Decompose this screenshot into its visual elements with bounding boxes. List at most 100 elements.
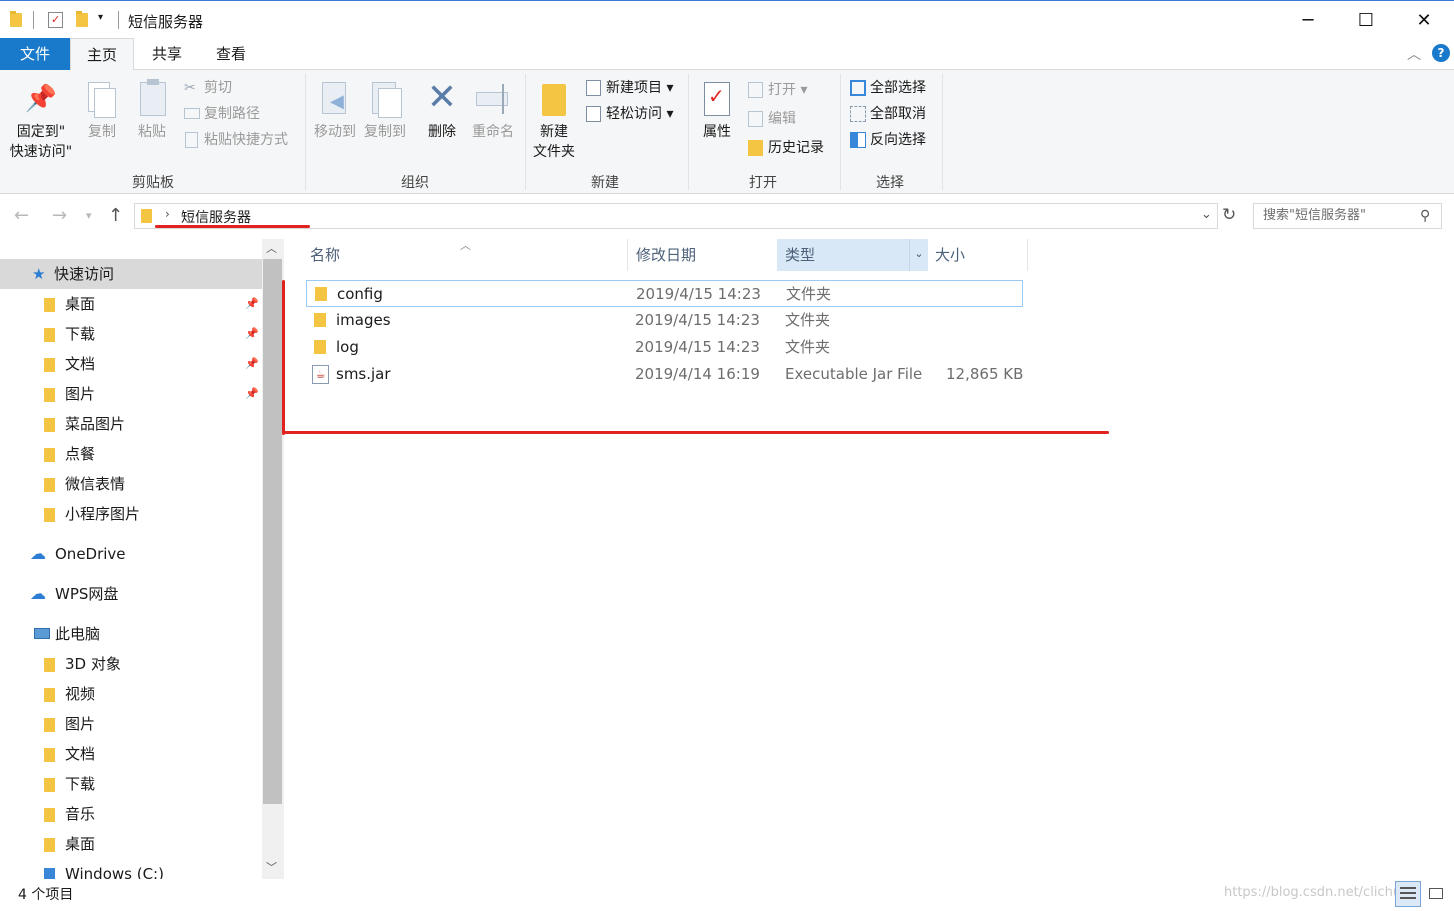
invert-selection-button[interactable]: 反向选择 <box>848 128 926 152</box>
paste-shortcut-button[interactable]: 粘贴快捷方式 <box>182 128 288 152</box>
up-arrow-icon[interactable]: ↑ <box>108 205 123 226</box>
column-header-date[interactable]: 修改日期 <box>628 239 777 271</box>
address-dropdown-icon[interactable]: ⌄ <box>1201 207 1212 222</box>
copy-to-button[interactable]: 复制到 <box>360 78 410 142</box>
tab-file[interactable]: 文件 <box>0 38 70 70</box>
move-to-button[interactable]: ◀ 移动到 <box>310 78 360 142</box>
easy-access-button[interactable]: 轻松访问 ▾ <box>584 102 673 126</box>
recent-locations-icon[interactable]: ▾ <box>86 209 92 222</box>
tab-view[interactable]: 查看 <box>200 38 262 70</box>
sidebar-item-quick-3[interactable]: 图片 <box>44 379 95 409</box>
ribbon: 📌 固定到" 快速访问" 复制 粘贴 ✂ 剪切 复制路径 粘贴快捷方式 剪贴板 … <box>0 70 1454 194</box>
sidebar-item-pc-0[interactable]: 3D 对象 <box>44 649 121 679</box>
sidebar-item-quick-6[interactable]: 微信表情 <box>44 469 125 499</box>
nav-this-pc[interactable]: 此电脑 <box>32 619 100 649</box>
tab-home[interactable]: 主页 <box>70 38 134 71</box>
open-button[interactable]: 打开 ▾ <box>746 78 807 102</box>
pinned-icon[interactable]: 📌 <box>245 357 259 370</box>
delete-button[interactable]: ✕ 删除 <box>420 78 464 142</box>
edit-button[interactable]: 编辑 <box>746 107 796 131</box>
maximize-button[interactable]: ☐ <box>1337 1 1395 39</box>
pinned-icon[interactable]: 📌 <box>245 327 259 340</box>
folder-icon <box>10 11 22 27</box>
nav-wps-drive[interactable]: ☁ WPS网盘 <box>30 579 118 609</box>
sidebar-item-pc-4[interactable]: 下载 <box>44 769 95 799</box>
copy-path-button[interactable]: 复制路径 <box>182 102 260 126</box>
refresh-icon[interactable]: ↻ <box>1222 205 1236 225</box>
tab-share[interactable]: 共享 <box>136 38 198 70</box>
file-name: log <box>336 338 359 356</box>
table-row[interactable]: log 2019/4/15 14:23 文件夹 <box>306 334 1023 361</box>
copy-button[interactable]: 复制 <box>82 78 122 142</box>
sidebar-item-quick-2[interactable]: 文档 <box>44 349 95 379</box>
file-size: 12,865 KB <box>946 365 1024 383</box>
group-label-new: 新建 <box>591 175 619 191</box>
folder-icon <box>44 778 55 792</box>
properties-quick-icon[interactable]: ✓ <box>48 12 63 28</box>
rename-button[interactable]: 重命名 <box>466 78 520 142</box>
properties-button[interactable]: ✓ 属性 <box>694 78 740 142</box>
sidebar-item-quick-7[interactable]: 小程序图片 <box>44 499 140 529</box>
forward-arrow-icon[interactable]: → <box>52 205 67 226</box>
column-header-type[interactable]: 类型 <box>777 239 909 271</box>
pinned-icon[interactable]: 📌 <box>245 297 259 310</box>
close-button[interactable]: ✕ <box>1395 1 1453 39</box>
folder-icon <box>314 313 326 327</box>
breadcrumb-current[interactable]: 短信服务器 <box>181 207 251 227</box>
sidebar-item-pc-2[interactable]: 图片 <box>44 709 95 739</box>
pin-to-quick-access-button[interactable]: 📌 固定到" 快速访问" <box>4 82 78 162</box>
paste-button[interactable]: 粘贴 <box>132 78 172 142</box>
move-to-icon: ◀ <box>310 78 360 122</box>
file-type: Executable Jar File <box>785 365 923 383</box>
column-header-name[interactable]: 名称 <box>302 239 628 271</box>
help-icon[interactable]: ? <box>1432 44 1450 62</box>
nav-onedrive[interactable]: ☁ OneDrive <box>30 539 126 569</box>
cut-button[interactable]: ✂ 剪切 <box>182 76 232 100</box>
sidebar-item-quick-0[interactable]: 桌面 <box>44 289 95 319</box>
group-label-clipboard: 剪贴板 <box>132 175 174 191</box>
scroll-down-icon[interactable]: ﹀ <box>266 859 277 875</box>
pinned-icon[interactable]: 📌 <box>245 387 259 400</box>
new-folder-button[interactable]: 新建 文件夹 <box>528 78 580 162</box>
sidebar-item-pc-5[interactable]: 音乐 <box>44 799 95 829</box>
group-label-open: 打开 <box>749 175 777 191</box>
folder-icon <box>44 718 55 732</box>
customize-quick-access-icon[interactable]: ▾ <box>98 12 103 23</box>
sidebar-item-pc-3[interactable]: 文档 <box>44 739 95 769</box>
folder-icon <box>44 748 55 762</box>
sidebar-item-pc-6[interactable]: 桌面 <box>44 829 95 859</box>
red-bracket-annotation-left <box>282 280 285 435</box>
large-icons-view-icon[interactable] <box>1426 883 1448 905</box>
table-row[interactable]: images 2019/4/15 14:23 文件夹 <box>306 307 1023 334</box>
select-none-button[interactable]: 全部取消 <box>848 102 926 126</box>
search-input[interactable]: 搜索"短信服务器" ⚲ <box>1253 203 1442 229</box>
table-row[interactable]: ☕ sms.jar 2019/4/14 16:19 Executable Jar Fi… <box>306 361 1023 388</box>
status-bar: 4 个项目 https://blog.csdn.net/clichu <box>0 879 1454 911</box>
column-header-size[interactable]: 大小 <box>927 239 1027 271</box>
copy-path-icon <box>184 108 200 119</box>
new-folder-quick-icon[interactable] <box>76 11 88 27</box>
select-all-button[interactable]: 全部选择 <box>848 76 926 100</box>
sidebar-item-quick-5[interactable]: 点餐 <box>44 439 95 469</box>
history-button[interactable]: 历史记录 <box>746 136 824 160</box>
copy-icon <box>82 78 122 122</box>
file-date: 2019/4/14 16:19 <box>635 365 760 383</box>
select-all-icon <box>850 80 866 96</box>
type-filter-dropdown-icon[interactable]: ⌄ <box>909 239 928 271</box>
sidebar-item-pc-7[interactable]: Windows (C:) <box>44 859 164 879</box>
collapse-ribbon-icon[interactable]: ︿ <box>1407 44 1421 64</box>
nav-scrollbar-thumb[interactable] <box>263 259 282 804</box>
table-row[interactable]: config 2019/4/15 14:23 文件夹 <box>306 280 1023 307</box>
nav-quick-access[interactable]: ★ 快速访问 <box>0 259 262 289</box>
sidebar-item-quick-1[interactable]: 下载 <box>44 319 95 349</box>
minimize-button[interactable]: ─ <box>1279 1 1337 39</box>
wps-cloud-icon: ☁ <box>30 584 46 603</box>
group-label-select: 选择 <box>876 175 904 191</box>
scroll-up-icon[interactable]: ︿ <box>266 240 277 256</box>
back-arrow-icon[interactable]: ← <box>14 205 29 226</box>
new-item-button[interactable]: 新建项目 ▾ <box>584 76 673 100</box>
sidebar-item-quick-4[interactable]: 菜品图片 <box>44 409 125 439</box>
breadcrumb-chevron-icon[interactable]: › <box>165 207 170 221</box>
sidebar-item-pc-1[interactable]: 视频 <box>44 679 95 709</box>
details-view-icon[interactable] <box>1395 881 1421 907</box>
